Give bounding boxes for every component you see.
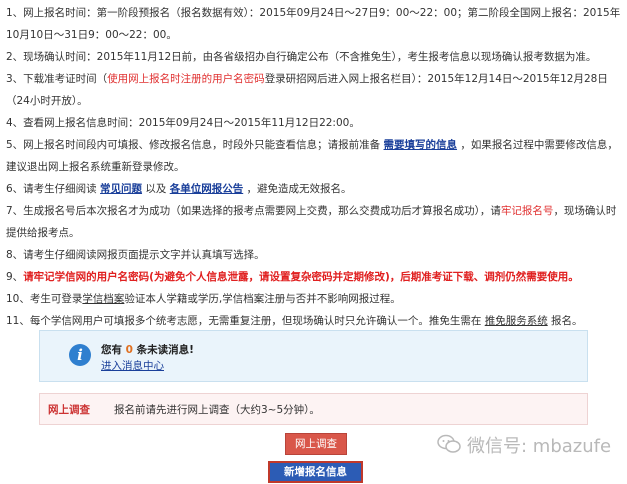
faq-link[interactable]: 常见问题 (100, 183, 142, 195)
xuexin-archive-link[interactable]: 学信档案 (82, 293, 124, 305)
notice-item-3: 3、下载准考证时间（使用网上报名时注册的用户名密码登录研招网后进入网上报名栏目）… (6, 68, 622, 112)
notice-highlight: 使用网上报名时注册的用户名密码 (107, 73, 265, 85)
notice-item-10: 10、考生可登录学信档案验证本人学籍或学历,学信档案注册与否并不影响网报过程。 (6, 288, 622, 310)
notice-text: 3、下载准考证时间（ (6, 73, 108, 85)
notice-item-5: 5、网上报名时间段内可填报、修改报名信息，时段外只能查看信息；请报前准备 需要填… (6, 134, 622, 178)
unread-prefix: 您有 (101, 344, 126, 356)
notice-item-11: 11、每个学信网用户可填报多个统考志愿，无需重复注册，但现场确认时只允许确认一个… (6, 310, 622, 332)
notice-text: 5、网上报名时间段内可填报、修改报名信息，时段外只能查看信息；请报前准备 (6, 139, 384, 151)
notice-text: 报名。 (547, 315, 583, 327)
notice-warning: 请牢记学信网的用户名密码(为避免个人信息泄露，请设置复杂密码并定期修改)，后期准… (23, 271, 579, 283)
unread-suffix: 条未读消息! (132, 344, 194, 356)
required-info-link[interactable]: 需要填写的信息 (384, 139, 458, 151)
notice-text: 9、 (6, 271, 24, 283)
notice-text: 7、生成报名号后本次报名才为成功（如果选择的报考点需要网上交费，那么交费成功后才… (6, 205, 501, 217)
wechat-icon (437, 434, 461, 453)
survey-label: 网上调查 (48, 404, 90, 416)
survey-text: 报名前请先进行网上调查（大约3~5分钟）。 (114, 404, 320, 416)
survey-notice-box: 网上调查 报名前请先进行网上调查（大约3~5分钟）。 (39, 393, 588, 425)
notice-item-2: 2、现场确认时间：2015年11月12日前，由各省级招办自行确定公布（不含推免生… (6, 51, 597, 63)
message-notice-box: i 您有 0 条未读消息! 进入消息中心 (39, 330, 588, 382)
info-icon: i (69, 344, 91, 366)
notice-text: ，避免造成无效报名。 (243, 183, 352, 195)
unread-count: 0 (125, 344, 133, 356)
notice-text: 以及 (142, 183, 170, 195)
notice-item-9: 9、请牢记学信网的用户名密码(为避免个人信息泄露，请设置复杂密码并定期修改)，后… (6, 266, 622, 288)
message-center-link[interactable]: 进入消息中心 (101, 358, 164, 373)
unit-announcements-link[interactable]: 各单位网报公告 (170, 183, 244, 195)
notice-item-4: 4、查看网上报名信息时间：2015年09月24日～2015年11月12日22:0… (6, 117, 360, 129)
notice-text: 6、请考生仔细阅读 (6, 183, 101, 195)
notice-text: 验证本人学籍或学历,学信档案注册与否并不影响网报过程。 (124, 293, 401, 305)
notice-highlight: 牢记报名号 (500, 205, 554, 217)
notice-item-1: 1、网上报名时间：第一阶段预报名（报名数据有效）：2015年09月24日～27日… (6, 7, 621, 41)
watermark-text: 微信号: mbazufe (467, 436, 612, 457)
notice-list: 1、网上报名时间：第一阶段预报名（报名数据有效）：2015年09月24日～27日… (6, 2, 622, 332)
unread-message-text: 您有 0 条未读消息! (101, 342, 194, 357)
survey-button[interactable]: 网上调查 (285, 433, 347, 455)
notice-text: 11、每个学信网用户可填报多个统考志愿，无需重复注册，但现场确认时只允许确认一个… (6, 315, 485, 327)
notice-text: 10、考生可登录 (6, 293, 83, 305)
add-registration-button[interactable]: 新增报名信息 (268, 461, 363, 483)
notice-item-7: 7、生成报名号后本次报名才为成功（如果选择的报考点需要网上交费，那么交费成功后才… (6, 200, 622, 244)
recommendation-system-link[interactable]: 推免服务系统 (485, 315, 548, 327)
notice-item-8: 8、请考生仔细阅读网报页面提示文字并认真填写选择。 (6, 249, 265, 261)
notice-item-6: 6、请考生仔细阅读 常见问题 以及 各单位网报公告 ，避免造成无效报名。 (6, 178, 622, 200)
wechat-watermark: 微信号: mbazufe (437, 430, 623, 460)
